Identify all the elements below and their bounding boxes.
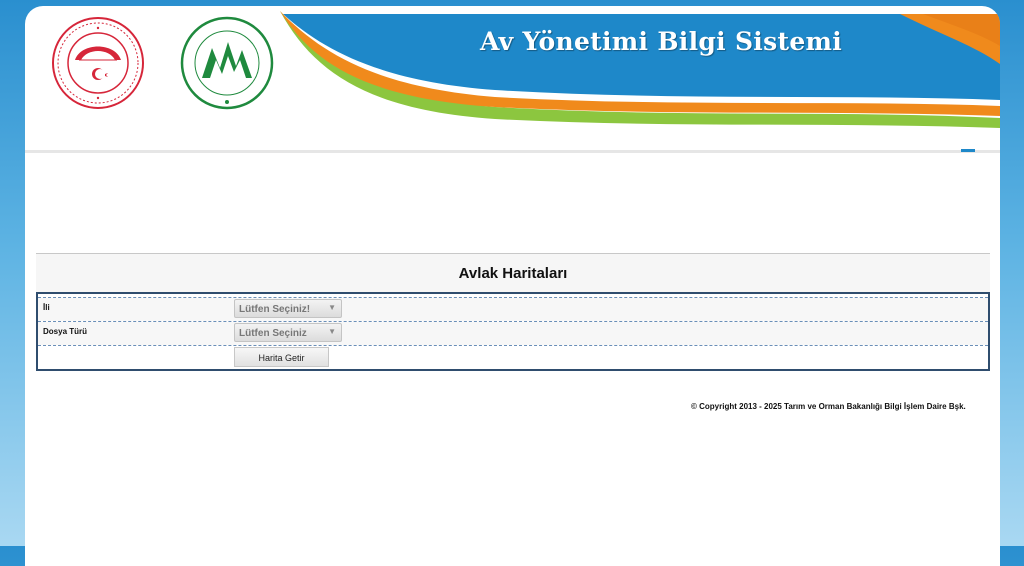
map-form-section: Avlak Haritaları İli Lütfen Seçiniz! ▼ D… [36,253,990,371]
header-divider [25,150,1000,153]
dosya-turu-select[interactable]: Lütfen Seçiniz ▼ [234,323,342,342]
copyright-footer: © Copyright 2013 - 2025 Tarım ve Orman B… [691,402,966,411]
form-row-il: İli Lütfen Seçiniz! ▼ [38,297,988,321]
form-title: Avlak Haritaları [458,264,568,282]
il-select-value: Lütfen Seçiniz! [239,304,311,315]
il-label: İli [43,303,50,312]
site-title: Av Yönetimi Bilgi Sistemi [480,27,843,56]
harita-getir-button[interactable]: Harita Getir [234,347,329,367]
form-title-bar: Avlak Haritaları [36,254,990,294]
site-header: Av Yönetimi Bilgi Sistemi [25,6,1000,153]
dropdown-caret-icon: ▼ [328,303,336,312]
dropdown-caret-icon: ▼ [328,327,336,336]
page-container: Av Yönetimi Bilgi Sistemi Avlak Haritala… [25,6,1000,566]
form-row-dosya-turu: Dosya Türü Lütfen Seçiniz ▼ [38,321,988,345]
form-row-submit: Harita Getir [38,345,988,369]
dkmp-logo [180,16,274,110]
dosya-turu-label: Dosya Türü [43,327,88,336]
header-corner-accent [961,149,975,152]
ministry-seal-logo [52,17,144,109]
form-body: İli Lütfen Seçiniz! ▼ Dosya Türü Lütfen … [36,294,990,371]
dosya-turu-select-value: Lütfen Seçiniz [239,328,307,339]
il-select[interactable]: Lütfen Seçiniz! ▼ [234,299,342,318]
